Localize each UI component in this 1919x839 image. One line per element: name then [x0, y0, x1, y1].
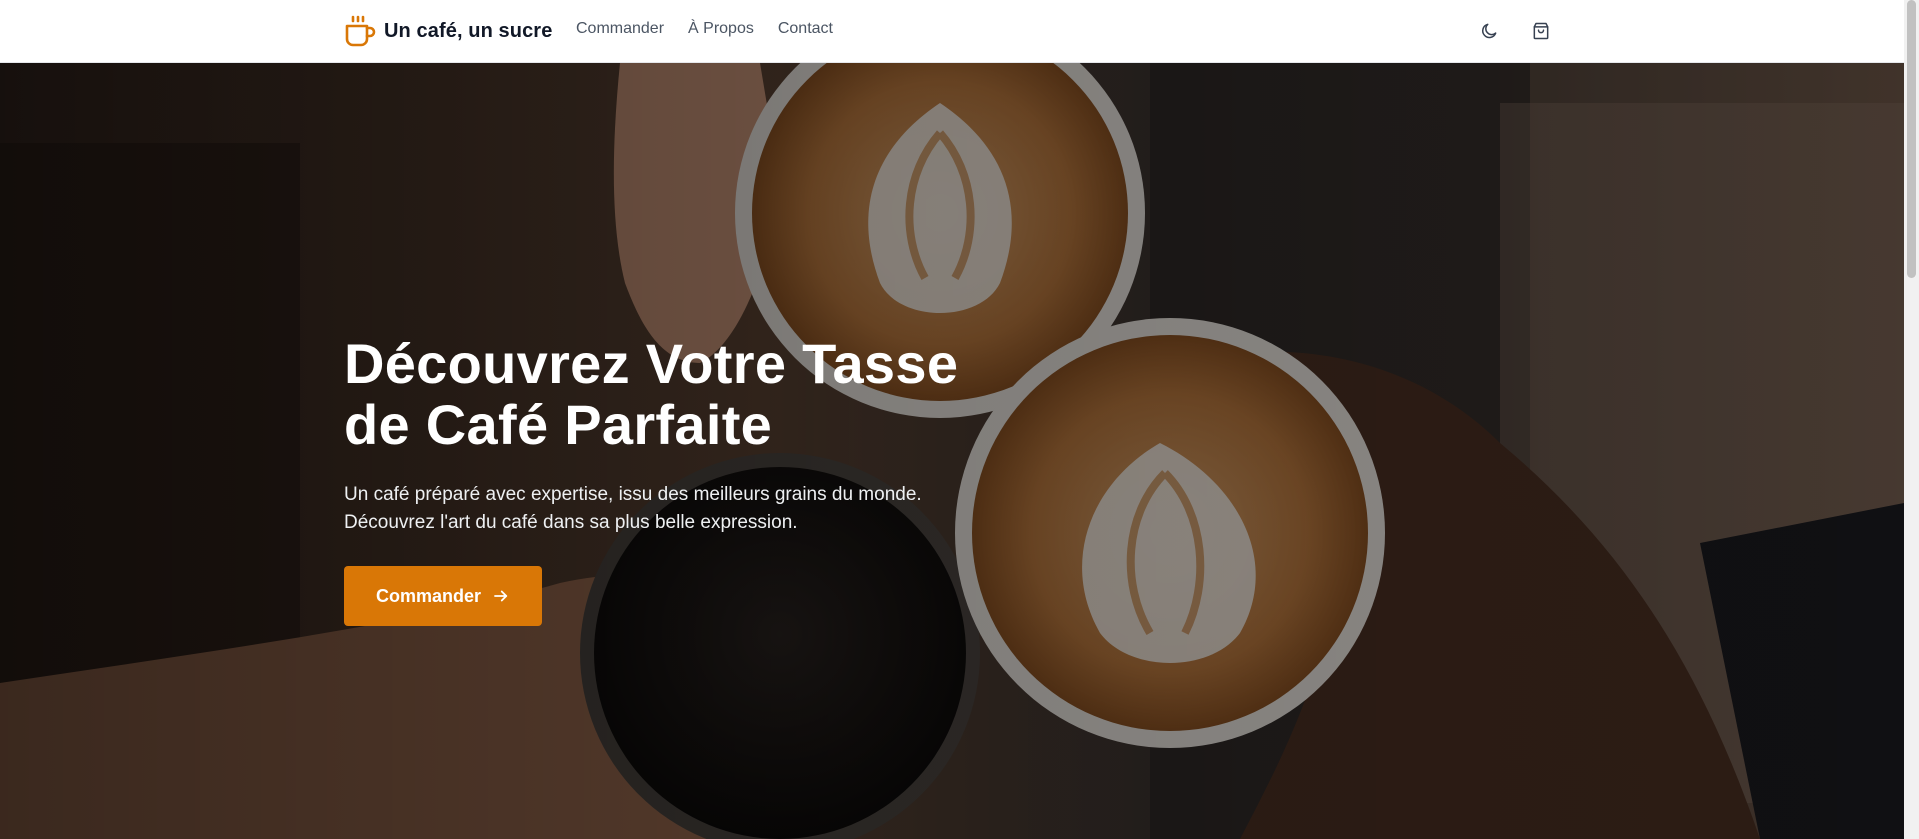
hero-subtitle-line-1: Un café préparé avec expertise, issu des…: [344, 484, 922, 505]
page-scrollbar[interactable]: [1904, 0, 1919, 839]
hero-subtitle-line-2: Découvrez l'art du café dans sa plus bel…: [344, 512, 798, 533]
order-cta-button[interactable]: Commander: [344, 566, 543, 626]
hero-section: Découvrez Votre Tasse de Café Parfaite U…: [0, 63, 1904, 839]
top-navbar: Un café, un sucre Commander À Propos Con…: [0, 0, 1904, 63]
nav-actions: [1476, 18, 1554, 44]
hero-title-line-2: de Café Parfaite: [344, 393, 773, 456]
brand-name: Un café, un sucre: [384, 19, 553, 42]
nav-link-commander[interactable]: Commander: [576, 20, 664, 38]
shopping-bag-icon: [1533, 22, 1549, 40]
nav-link-contact[interactable]: Contact: [778, 20, 833, 38]
hero-title-line-1: Découvrez Votre Tasse: [344, 332, 959, 395]
cart-button[interactable]: [1528, 18, 1554, 44]
arrow-right-icon: [494, 590, 508, 602]
coffee-cup-icon: [345, 15, 376, 47]
moon-icon: [1482, 23, 1497, 39]
brand-logo-link[interactable]: Un café, un sucre: [344, 14, 552, 48]
hero-subtitle: Un café préparé avec expertise, issu des…: [344, 481, 984, 537]
order-cta-label: Commander: [376, 585, 482, 606]
nav-link-a-propos[interactable]: À Propos: [688, 20, 754, 38]
hero-title: Découvrez Votre Tasse de Café Parfaite: [344, 333, 1064, 455]
theme-toggle-button[interactable]: [1476, 18, 1502, 44]
scrollbar-thumb[interactable]: [1907, 0, 1916, 278]
hero-content: Découvrez Votre Tasse de Café Parfaite U…: [344, 333, 1064, 626]
main-nav: Commander À Propos Contact: [576, 20, 833, 38]
